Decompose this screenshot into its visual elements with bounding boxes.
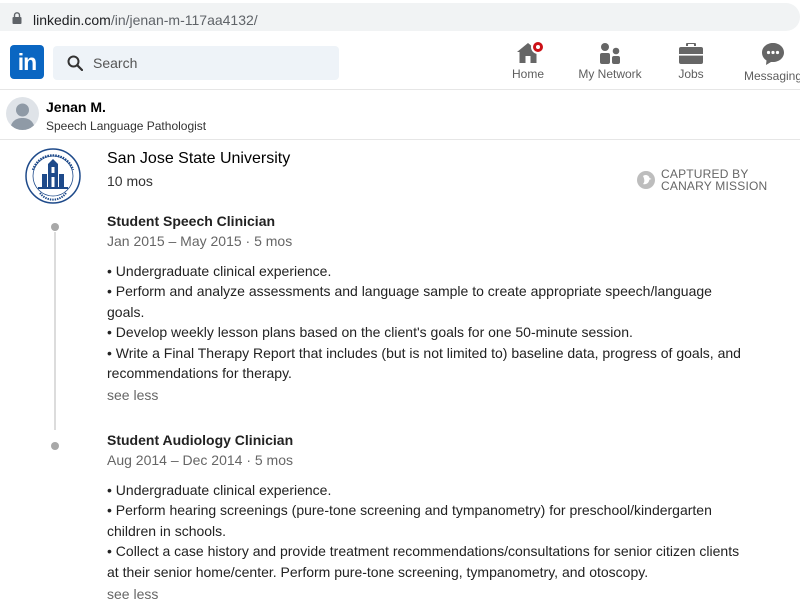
nav-home-label: Home [511, 67, 544, 81]
briefcase-icon [670, 40, 712, 66]
avatar[interactable] [6, 97, 39, 130]
notification-badge [531, 40, 545, 54]
nav-jobs[interactable]: Jobs [670, 40, 712, 86]
description-bullet: • Perform and analyze assessments and la… [107, 283, 712, 320]
organization-duration: 10 mos [107, 173, 153, 189]
profile-name[interactable]: Jenan M. [46, 99, 106, 115]
canary-mission-icon [637, 171, 655, 189]
address-bar[interactable]: linkedin.com/in/jenan-m-117aa4132/ [0, 0, 800, 34]
address-bar-field[interactable]: linkedin.com/in/jenan-m-117aa4132/ [0, 3, 800, 31]
role-description: • Undergraduate clinical experience. • P… [107, 261, 747, 383]
role-title: Student Audiology Clinician [107, 432, 294, 448]
timeline-dot [51, 223, 59, 231]
university-seal-logo[interactable] [24, 147, 82, 205]
description-bullet: • Collect a case history and provide tre… [107, 543, 740, 580]
timeline-dot [51, 442, 59, 450]
organization-name[interactable]: San Jose State University [107, 150, 290, 168]
nav-messaging[interactable]: Messaging [740, 40, 800, 86]
role-description: • Undergraduate clinical experience. • P… [107, 480, 747, 582]
nav-my-network[interactable]: My Network [572, 40, 648, 86]
see-less-link[interactable]: see less [107, 387, 158, 403]
description-bullet: • Write a Final Therapy Report that incl… [107, 344, 741, 382]
url-path: /in/jenan-m-117aa4132/ [110, 12, 258, 28]
description-bullet: • Undergraduate clinical experience. [107, 482, 332, 498]
search-box[interactable] [53, 46, 339, 80]
nav-my-network-label: My Network [578, 67, 642, 81]
url-text[interactable]: linkedin.com/in/jenan-m-117aa4132/ [33, 12, 258, 28]
chat-icon [740, 40, 800, 66]
person-placeholder-icon [10, 103, 35, 130]
network-icon [572, 40, 648, 66]
profile-header: Jenan M. Speech Language Pathologist [0, 90, 800, 140]
description-bullet: • Develop weekly lesson plans based on t… [107, 324, 633, 341]
role-dates: Jan 2015 – May 2015 · 5 mos [107, 233, 293, 249]
role-dates: Aug 2014 – Dec 2014 · 5 mos [107, 452, 294, 468]
timeline-line [54, 232, 56, 430]
role-entry: Student Speech Clinician Jan 2015 – May … [107, 213, 747, 405]
url-domain: linkedin.com [33, 12, 111, 28]
see-less-link[interactable]: see less [107, 586, 158, 602]
search-icon [67, 55, 83, 71]
nav-messaging-label: Messaging [744, 69, 800, 83]
profile-headline: Speech Language Pathologist [46, 119, 207, 133]
top-navigation: in Home My Network [0, 34, 800, 90]
watermark-line-2: CANARY MISSION [661, 179, 768, 193]
home-icon [505, 40, 551, 66]
lock-icon [12, 12, 22, 24]
nav-jobs-label: Jobs [678, 67, 704, 81]
linkedin-logo[interactable]: in [10, 45, 44, 79]
canary-mission-watermark: CAPTURED BY CANARY MISSION [637, 167, 787, 193]
role-entry: Student Audiology Clinician Aug 2014 – D… [107, 432, 747, 604]
nav-home[interactable]: Home [505, 40, 551, 86]
description-bullet: • Undergraduate clinical experience. [107, 263, 332, 279]
search-input[interactable] [93, 52, 323, 74]
description-bullet: • Perform hearing screenings (pure-tone … [107, 502, 712, 539]
role-title: Student Speech Clinician [107, 213, 276, 229]
